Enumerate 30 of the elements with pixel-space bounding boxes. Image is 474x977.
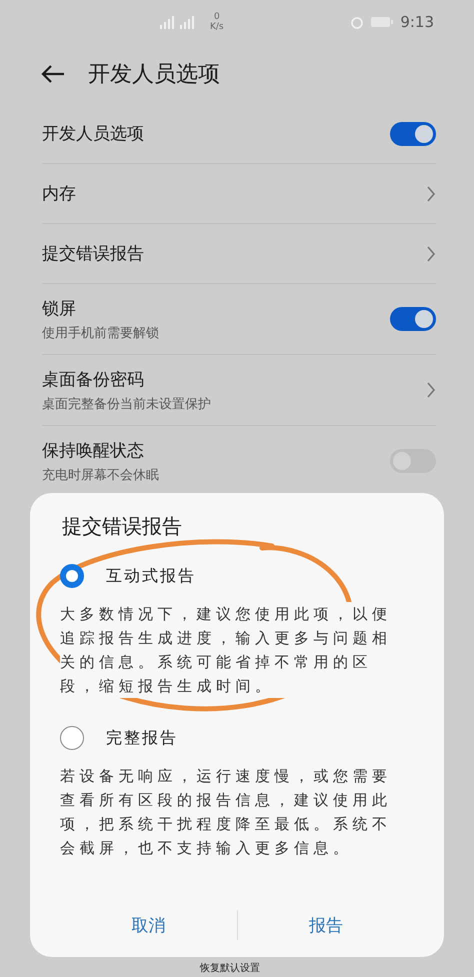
- option-label[interactable]: 完整报告: [106, 728, 178, 748]
- toggle-switch[interactable]: [390, 122, 436, 146]
- setting-title[interactable]: 锁屏: [42, 296, 159, 320]
- network-speed-unit: K/s: [210, 22, 224, 32]
- setting-title[interactable]: 提交错误报告: [42, 242, 144, 265]
- setting-subtitle: 充电时屏幕不会休眠: [42, 466, 159, 484]
- toggle-switch[interactable]: [390, 307, 436, 331]
- setting-title[interactable]: 开发人员选项: [42, 122, 144, 145]
- setting-title[interactable]: 桌面备份密码: [42, 368, 211, 390]
- chevron-right-icon: [426, 184, 436, 202]
- restore-defaults-link[interactable]: 恢复默认设置: [200, 961, 260, 975]
- back-arrow-icon[interactable]: [40, 64, 66, 84]
- chevron-right-icon: [426, 244, 436, 262]
- setting-title[interactable]: 内存: [42, 182, 76, 205]
- signal-icon: [180, 16, 194, 28]
- radio-button[interactable]: [60, 564, 84, 588]
- radio-button[interactable]: [60, 726, 84, 750]
- signal-icon: [160, 16, 174, 28]
- setting-subtitle: 使用手机前需要解锁: [42, 324, 159, 342]
- page-title: 开发人员选项: [88, 61, 220, 89]
- dialog-button[interactable]: 报告: [238, 903, 414, 947]
- network-speed-value: 0: [214, 12, 220, 22]
- setting-subtitle: 桌面完整备份当前未设置保护: [42, 396, 211, 412]
- option-label[interactable]: 互动式报告: [106, 566, 196, 586]
- chevron-right-icon: [426, 381, 436, 399]
- battery-icon: [370, 16, 394, 28]
- setting-title[interactable]: 保持唤醒状态: [42, 438, 159, 462]
- dialog-button[interactable]: 取消: [60, 903, 236, 947]
- dialog-title: 提交错误报告: [62, 513, 183, 540]
- clock-time: 9:13: [400, 13, 434, 31]
